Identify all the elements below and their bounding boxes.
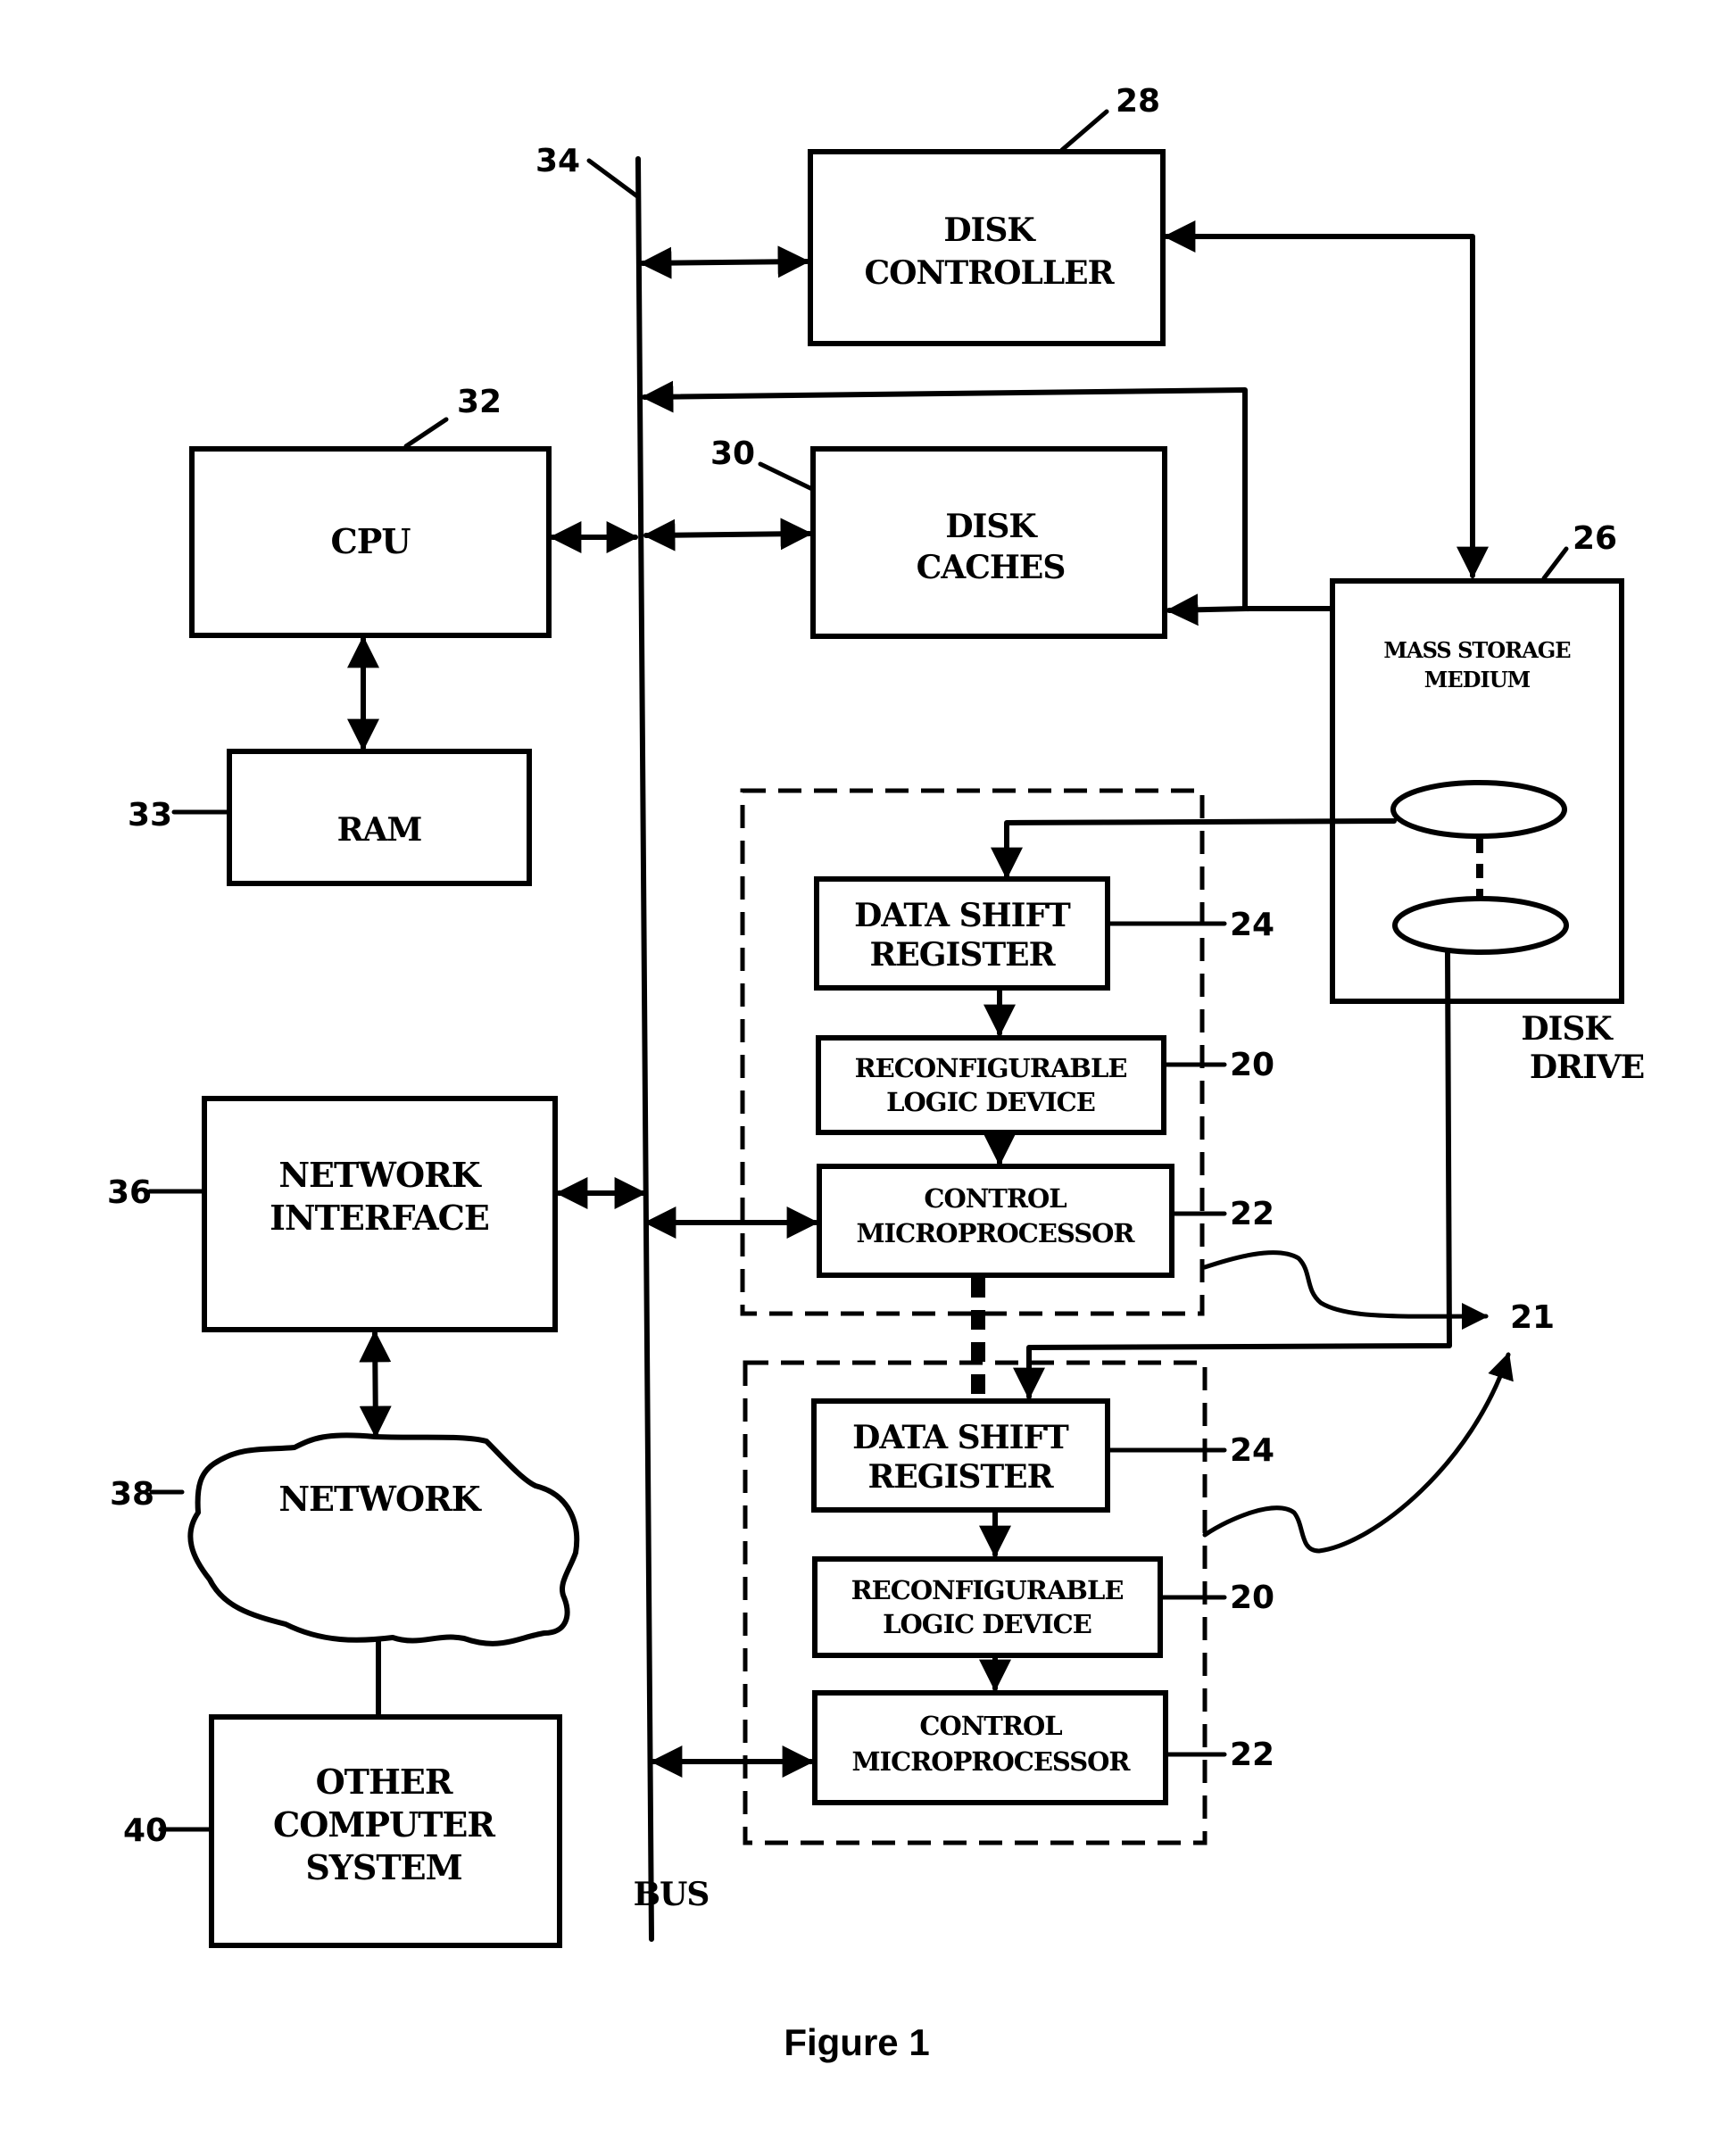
bus-ref-leader [586, 158, 640, 199]
module-1-rld-label-1: RECONFIGURABLE [855, 1053, 1127, 1083]
disk-controller-ref-leader [1059, 109, 1109, 153]
disk-caches-label-1: DISK [945, 508, 1038, 545]
ram-label: RAM [337, 811, 422, 849]
cpu-ref-number: 32 [457, 384, 502, 420]
mass-storage-ref-leader [1541, 546, 1569, 581]
bus-ref-number: 34 [535, 143, 580, 179]
module-1-ref-curve [1202, 1250, 1489, 1331]
module-1-rld-label-2: LOGIC DEVICE [886, 1087, 1095, 1117]
ram-block: RAM [227, 749, 532, 886]
disk-drive-label-2: DRIVE [1530, 1049, 1644, 1086]
search-module-2: DATA SHIFT REGISTER RECONFIGURABLE LOGIC… [743, 1360, 1274, 1845]
module-2-dsr-label-2: REGISTER [867, 1458, 1054, 1496]
module-2-rld-label-2: LOGIC DEVICE [883, 1609, 1091, 1639]
module-2-dsr-label-1: DATA SHIFT [852, 1419, 1069, 1456]
disk-drive-label-1: DISK [1521, 1010, 1614, 1048]
disk-controller-block: DISK CONTROLLER [808, 149, 1166, 346]
bus-to-disk-controller-arrow [639, 245, 810, 279]
module-1-rld-ref: 20 [1230, 1047, 1274, 1083]
ram-ref-number: 33 [128, 797, 172, 833]
mass-storage-ref-number: 26 [1573, 520, 1617, 557]
module-2-cmp-label-1: CONTROL [919, 1711, 1062, 1741]
module-1-cmp-label-2: MICROPROCESSOR [856, 1218, 1135, 1248]
network-interface-ref-number: 36 [107, 1174, 152, 1211]
module-1-dsr-label-2: REGISTER [869, 936, 1056, 974]
network-interface-to-network-arrow [359, 1330, 392, 1439]
other-computer-label-3: SYSTEM [305, 1847, 461, 1887]
other-computer-label-2: COMPUTER [273, 1804, 495, 1845]
network-interface-label-2: INTERFACE [270, 1198, 489, 1238]
module-1-dsr-ref: 24 [1230, 907, 1274, 943]
disk-controller-mass-storage-link [1163, 220, 1489, 579]
network-ref-number: 38 [110, 1476, 154, 1513]
network-cloud: NETWORK [187, 1432, 580, 1646]
module-1-cmp-label-1: CONTROL [924, 1183, 1066, 1214]
cpu-label: CPU [331, 521, 411, 561]
system-block-diagram: BUS 34 DISK CONTROLLER 28 DISK CACHES 30… [107, 83, 1645, 2063]
disk-caches-ref-number: 30 [710, 435, 755, 472]
other-computer-block: OTHER COMPUTER SYSTEM [209, 1714, 562, 1948]
network-label: NETWORK [278, 1479, 482, 1519]
bus-label: BUS [634, 1876, 710, 1913]
disk-caches-block: DISK CACHES [810, 446, 1167, 639]
module-2-cmp-label-2: MICROPROCESSOR [851, 1746, 1131, 1777]
disk-caches-label-2: CACHES [917, 549, 1066, 586]
mass-storage-block: MASS STORAGE MEDIUM [1330, 578, 1624, 1004]
disk-caches-ref-leader [758, 461, 815, 492]
network-interface-label-1: NETWORK [278, 1155, 482, 1195]
mass-storage-label-2: MEDIUM [1424, 667, 1531, 692]
mass-storage-label-1: MASS STORAGE [1383, 637, 1571, 663]
module-2-cmp-ref: 22 [1230, 1737, 1274, 1773]
disk-controller-label-1: DISK [943, 211, 1036, 249]
cpu-ref-leader [403, 417, 449, 449]
module-ref-number: 21 [1510, 1299, 1555, 1336]
other-computer-label-1: OTHER [316, 1762, 453, 1802]
network-interface-block: NETWORK INTERFACE [202, 1096, 558, 1332]
cpu-block: CPU [189, 446, 552, 638]
module-2-rld-ref: 20 [1230, 1580, 1274, 1616]
module-2-rld-label-1: RECONFIGURABLE [851, 1575, 1124, 1605]
bus-to-disk-caches-arrow [643, 518, 813, 551]
module-2-dsr-ref: 24 [1230, 1432, 1274, 1469]
mass-storage-to-caches-arrow [1166, 593, 1252, 626]
system-bus-line [635, 156, 654, 1942]
disk-controller-ref-number: 28 [1116, 83, 1160, 120]
disk-controller-label-2: CONTROLLER [865, 254, 1116, 292]
module-1-dsr-label-1: DATA SHIFT [854, 897, 1071, 934]
module-1-cmp-ref: 22 [1230, 1196, 1274, 1232]
other-computer-ref-number: 40 [123, 1812, 168, 1849]
figure-caption: Figure 1 [784, 2021, 929, 2063]
